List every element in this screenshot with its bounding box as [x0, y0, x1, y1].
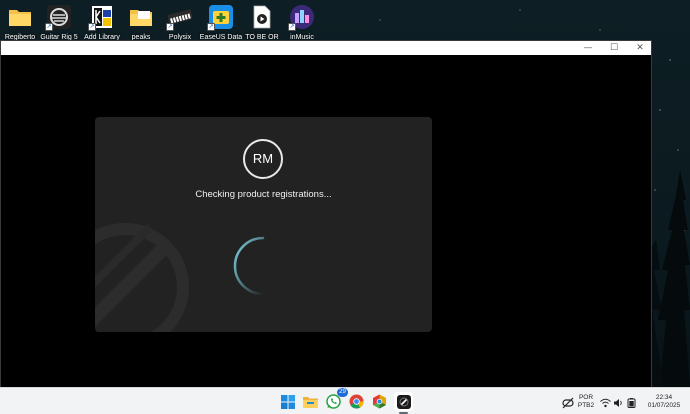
keyboard-layout: PTB2	[577, 402, 595, 409]
desktop-icon-add-library[interactable]: ↗ Add Library	[80, 2, 124, 42]
inmusic-icon: ↗	[288, 5, 314, 31]
language-code: POR	[578, 394, 594, 401]
taskbar-chrome[interactable]	[347, 392, 366, 411]
tree-silhouette	[650, 170, 690, 387]
add-library-icon: ↗	[88, 5, 114, 31]
guitar-rig-icon: ↗	[45, 5, 71, 31]
shortcut-arrow-icon: ↗	[166, 23, 174, 31]
network-off-icon	[561, 397, 574, 408]
language-indicator[interactable]: POR PTB2	[576, 394, 596, 410]
taskbar-file-explorer[interactable]	[301, 392, 320, 411]
registration-dialog: RM Checking product registrations...	[95, 117, 432, 332]
minimize-button[interactable]: —	[579, 41, 597, 55]
taskbar-whatsapp[interactable]: 29	[324, 388, 348, 411]
network-status-button[interactable]	[558, 393, 577, 412]
chrome-canary-icon	[373, 394, 386, 409]
desktop-icon-peaks[interactable]: peaks	[119, 2, 163, 42]
media-file-icon	[250, 5, 274, 29]
desktop-icon-to-be-or[interactable]: TO BE OR	[240, 2, 284, 42]
clock-time: 22:34	[655, 394, 673, 401]
wifi-icon	[599, 398, 611, 407]
desktop-icon-guitar-rig[interactable]: ↗ Guitar Rig 5	[37, 2, 81, 42]
taskbar: 29 POR PTB2 22:34 01/07/2025	[0, 387, 690, 414]
status-text: Checking product registrations...	[195, 189, 332, 200]
shortcut-arrow-icon: ↗	[288, 23, 296, 31]
desktop-icon-inmusic[interactable]: ↗ inMusic	[280, 2, 324, 42]
shortcut-arrow-icon: ↗	[45, 23, 53, 31]
avatar: RM	[243, 139, 283, 179]
clock-date: 01/07/2025	[647, 402, 681, 409]
taskbar-chrome-canary[interactable]	[370, 392, 389, 411]
shortcut-arrow-icon: ↗	[88, 23, 96, 31]
volume-icon	[613, 398, 622, 407]
folder-icon	[129, 5, 153, 29]
shortcut-arrow-icon: ↗	[207, 23, 215, 31]
start-button[interactable]	[278, 392, 297, 411]
window-titlebar[interactable]: — ☐ ✕	[1, 41, 651, 55]
folder-icon	[8, 5, 32, 29]
windows-start-icon	[280, 394, 295, 409]
maximize-button[interactable]: ☐	[605, 41, 623, 55]
desktop-icon-easeus[interactable]: ↗ EaseUS Data	[199, 2, 243, 42]
polysix-keyboard-icon: ↗	[166, 5, 193, 31]
loading-spinner	[233, 236, 265, 296]
logo-watermark-icon	[95, 223, 189, 332]
chrome-icon	[349, 394, 364, 409]
desktop-icon-polysix[interactable]: ↗ Polysix	[158, 2, 202, 42]
clock[interactable]: 22:34 01/07/2025	[640, 394, 688, 410]
desktop-icon-regiberto[interactable]: Regiberto	[0, 2, 42, 42]
folder-icon	[303, 397, 318, 408]
close-button[interactable]: ✕	[631, 41, 649, 55]
battery-icon	[627, 397, 635, 408]
taskbar-native-access[interactable]	[394, 392, 413, 414]
desktop-icons: Regiberto ↗ Guitar Rig 5 ↗ Add Library p…	[0, 2, 330, 42]
quick-settings-button[interactable]	[598, 393, 638, 412]
native-access-icon	[396, 394, 411, 409]
easeus-data-icon: ↗	[207, 5, 233, 31]
